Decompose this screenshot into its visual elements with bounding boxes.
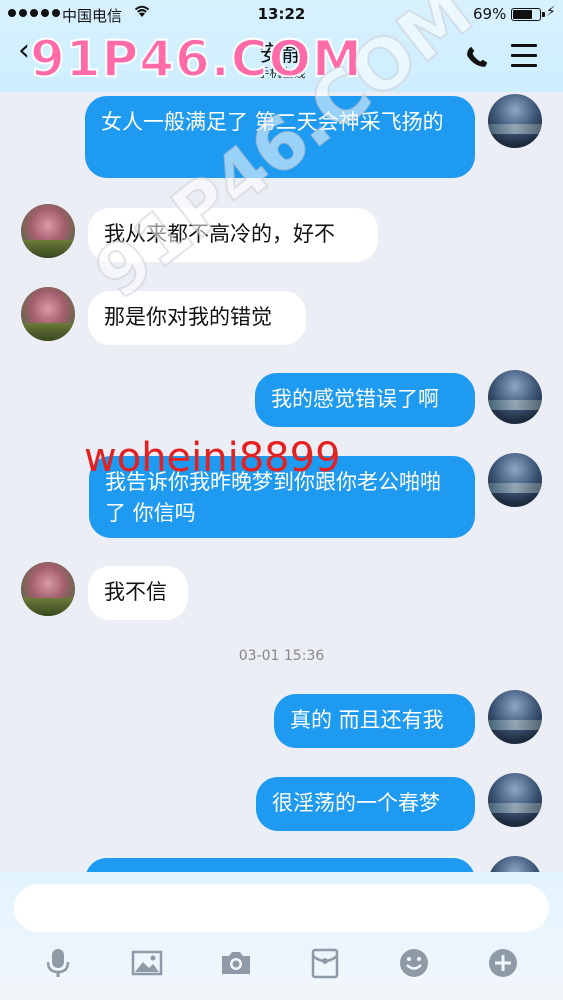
my-avatar[interactable] <box>488 690 542 744</box>
camera-icon[interactable] <box>219 946 253 980</box>
menu-icon[interactable] <box>511 44 537 68</box>
my-avatar[interactable] <box>488 453 542 507</box>
message-bubble-received: 我不信 <box>88 566 188 620</box>
message-timestamp: 03-01 15:36 <box>238 648 325 664</box>
battery-icon <box>511 8 545 21</box>
red-packet-icon[interactable] <box>308 946 342 980</box>
image-icon[interactable] <box>130 946 164 980</box>
plus-icon[interactable] <box>486 946 520 980</box>
contact-avatar[interactable] <box>21 204 75 258</box>
message-bubble-sent: 很淫荡的一个春梦 <box>256 777 475 831</box>
message-input[interactable] <box>14 884 549 932</box>
charging-icon: ⚡ <box>546 4 556 20</box>
bottom-toolbar <box>0 946 563 986</box>
battery-percent: 69% <box>473 5 507 23</box>
watermark-red: woheini8899 <box>84 435 341 481</box>
my-avatar[interactable] <box>488 773 542 827</box>
contact-avatar[interactable] <box>21 287 75 341</box>
microphone-icon[interactable] <box>41 946 75 980</box>
contact-avatar[interactable] <box>21 562 75 616</box>
message-bubble-sent: 我的感觉错误了啊 <box>255 373 475 427</box>
message-bubble-sent: 真的 而且还有我 <box>274 694 475 748</box>
emoji-icon[interactable] <box>397 946 431 980</box>
my-avatar[interactable] <box>488 94 542 148</box>
my-avatar[interactable] <box>488 370 542 424</box>
